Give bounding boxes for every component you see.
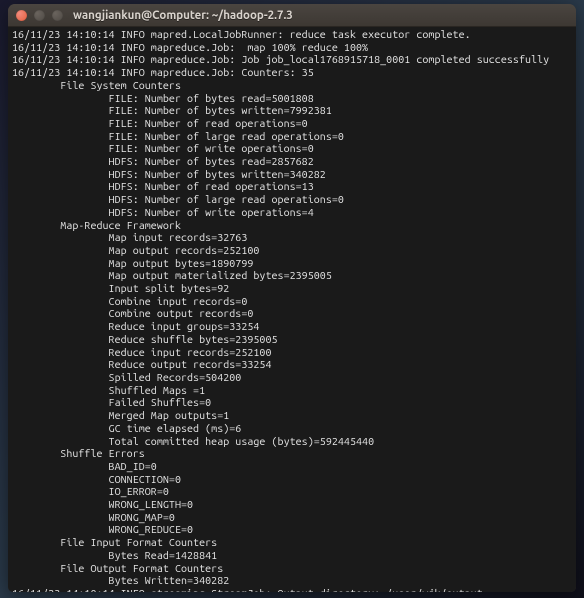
terminal-window: wangjiankun@Computer: ~/hadoop-2.7.3 16/… (8, 4, 576, 592)
titlebar[interactable]: wangjiankun@Computer: ~/hadoop-2.7.3 (8, 4, 576, 27)
maximize-icon[interactable] (52, 10, 63, 21)
minimize-icon[interactable] (34, 10, 45, 21)
terminal-body[interactable]: 16/11/23 14:10:14 INFO mapred.LocalJobRu… (8, 27, 576, 592)
close-icon[interactable] (16, 10, 27, 21)
terminal-output: 16/11/23 14:10:14 INFO mapred.LocalJobRu… (12, 29, 549, 592)
window-title: wangjiankun@Computer: ~/hadoop-2.7.3 (73, 9, 293, 22)
window-button-group (16, 10, 63, 21)
